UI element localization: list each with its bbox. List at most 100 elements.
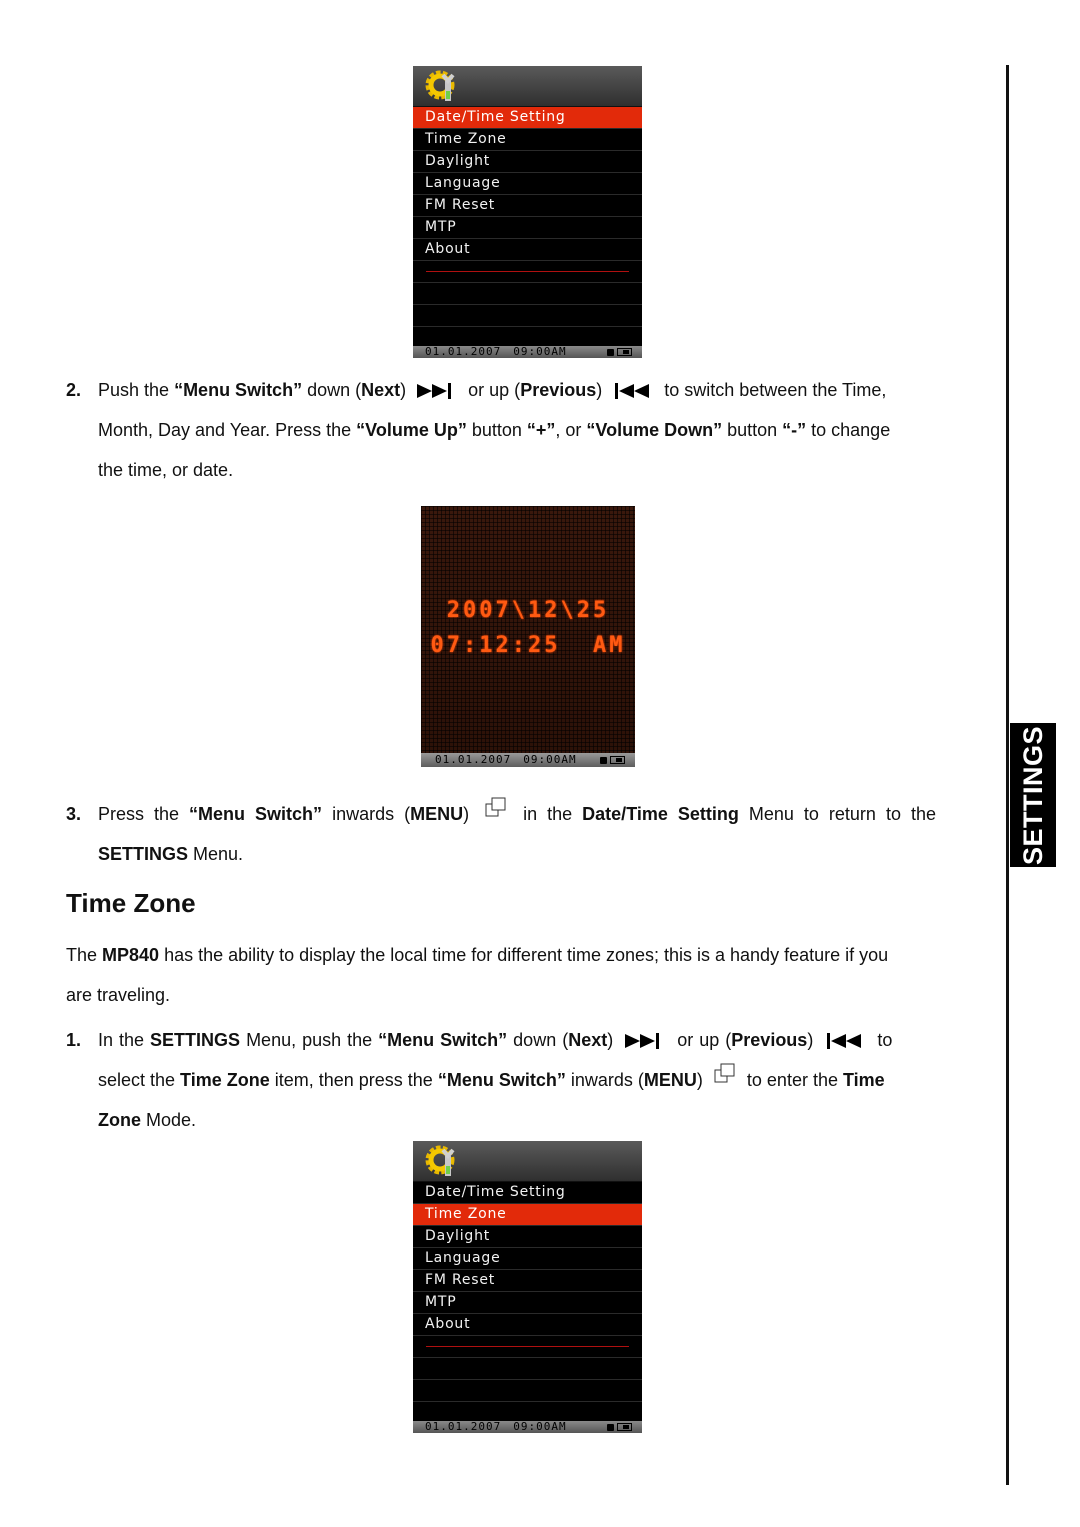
text: down (	[507, 1030, 569, 1050]
menu-item-fm-reset[interactable]: FM Reset	[413, 195, 642, 217]
text: Month, Day and Year. Press the	[98, 420, 357, 440]
text: button	[466, 420, 527, 440]
bold-text: “Volume Up”	[356, 420, 467, 440]
text: )	[463, 804, 470, 824]
menu-item-fm-reset[interactable]: FM Reset	[413, 1270, 642, 1292]
device-screen-settings-menu-1: Date/Time Setting Time Zone Daylight Lan…	[413, 66, 642, 358]
device-screen-clock: 2007\12\25 07:12:25 AM 01.01.2007 09:00A…	[421, 506, 635, 767]
step-number: 3.	[66, 804, 82, 824]
text: )	[696, 1070, 703, 1090]
status-date: 01.01.2007	[425, 1420, 502, 1433]
text: inwards (	[565, 1070, 644, 1090]
status-date: 01.01.2007	[435, 753, 512, 766]
bold-text: MENU	[643, 1070, 697, 1090]
step3-line2: SETTINGS Menu.	[98, 834, 243, 874]
bold-text: “Menu Switch”	[437, 1070, 566, 1090]
text: to	[877, 1030, 893, 1050]
text: Menu to return to the	[738, 804, 936, 824]
menu-empty-row	[413, 1380, 642, 1402]
bold-text: MENU	[410, 804, 464, 824]
text: , or	[555, 420, 587, 440]
bold-text: Previous	[520, 380, 597, 400]
text: has the ability to display the local tim…	[159, 945, 889, 965]
text: or up (	[677, 1030, 732, 1050]
menu-item-language[interactable]: Language	[413, 1248, 642, 1270]
text: The	[66, 945, 103, 965]
section-tab-label: SETTINGS	[1017, 725, 1048, 865]
bold-text: “+”	[526, 420, 556, 440]
bold-text: Time Zone	[180, 1070, 270, 1090]
menu-item-mtp[interactable]: MTP	[413, 1292, 642, 1314]
menu-item-about[interactable]: About	[413, 239, 642, 261]
step1-line3: Zone Mode.	[98, 1100, 196, 1140]
text: button	[722, 420, 783, 440]
text: )	[607, 1030, 614, 1050]
bold-text: “Menu Switch”	[189, 804, 323, 824]
step1-line2: select the Time Zone item, then press th…	[98, 1060, 984, 1100]
status-time: 09:00AM	[513, 345, 567, 358]
text: to enter the	[746, 1070, 843, 1090]
menu-empty-row	[413, 283, 642, 305]
clock-time: 07:12:25 AM	[430, 633, 626, 658]
status-time: 09:00AM	[513, 1420, 567, 1433]
menu-item-daylight[interactable]: Daylight	[413, 151, 642, 173]
menu-icon	[485, 797, 506, 817]
bold-text: Next	[361, 380, 401, 400]
text: to change	[806, 420, 891, 440]
step1-line1: In the SETTINGS Menu, push the “Menu Swi…	[98, 1020, 984, 1060]
text: Mode.	[141, 1110, 197, 1130]
skip-previous-icon	[827, 1033, 862, 1050]
lock-icon	[607, 348, 614, 356]
section-heading-time-zone: Time Zone	[66, 888, 196, 918]
step2-line3: the time, or date.	[98, 460, 234, 480]
text: or up (	[468, 380, 521, 400]
text: down (	[302, 380, 362, 400]
clock-date: 2007\12\25	[446, 598, 610, 623]
menu-item-mtp[interactable]: MTP	[413, 217, 642, 239]
bold-text: “Menu Switch”	[174, 380, 303, 400]
menu-empty-row	[413, 1358, 642, 1380]
menu-item-date-time-setting[interactable]: Date/Time Setting	[413, 107, 642, 129]
menu-item-daylight[interactable]: Daylight	[413, 1226, 642, 1248]
lock-icon	[607, 1423, 614, 1431]
bold-text: “-”	[782, 420, 807, 440]
status-bar: 01.01.2007 09:00AM	[421, 753, 635, 767]
text: Press the	[98, 804, 190, 824]
text: )	[807, 1030, 814, 1050]
intro-line1: The MP840 has the ability to display the…	[66, 935, 888, 975]
text: in the	[523, 804, 583, 824]
menu-header	[413, 66, 642, 107]
menu-item-time-zone[interactable]: Time Zone	[413, 129, 642, 151]
bold-text: Previous	[731, 1030, 808, 1050]
text: Menu.	[188, 844, 244, 864]
text: )	[596, 380, 603, 400]
menu-item-language[interactable]: Language	[413, 173, 642, 195]
text: In the	[98, 1030, 151, 1050]
settings-gear-icon	[425, 1145, 455, 1176]
bold-text: “Volume Down”	[586, 420, 723, 440]
step2-line2: Month, Day and Year. Press the “Volume U…	[98, 410, 890, 450]
text: Menu, push the	[240, 1030, 379, 1050]
status-bar: 01.01.2007 09:00AM	[413, 346, 642, 358]
bold-text: Time	[842, 1070, 885, 1090]
menu-item-about[interactable]: About	[413, 1314, 642, 1336]
menu-header	[413, 1141, 642, 1182]
bold-text: SETTINGS	[150, 1030, 241, 1050]
text: inwards (	[322, 804, 411, 824]
battery-icon	[617, 1423, 632, 1431]
margin-rule	[1006, 65, 1009, 1485]
text: select the	[98, 1070, 181, 1090]
menu-item-time-zone[interactable]: Time Zone	[413, 1204, 642, 1226]
bold-text: Date/Time Setting	[582, 804, 739, 824]
status-time: 09:00AM	[523, 753, 577, 766]
bold-text: Next	[568, 1030, 608, 1050]
step3-line1: Press the “Menu Switch” inwards (MENU) i…	[98, 794, 984, 834]
intro-line2: are traveling.	[66, 985, 171, 1005]
menu-empty-row	[413, 305, 642, 327]
section-tab-settings: SETTINGS	[1010, 723, 1056, 867]
text: item, then press the	[269, 1070, 438, 1090]
menu-item-date-time-setting[interactable]: Date/Time Setting	[413, 1182, 642, 1204]
skip-previous-icon	[615, 383, 650, 400]
text: )	[400, 380, 407, 400]
skip-next-icon	[625, 1033, 660, 1050]
